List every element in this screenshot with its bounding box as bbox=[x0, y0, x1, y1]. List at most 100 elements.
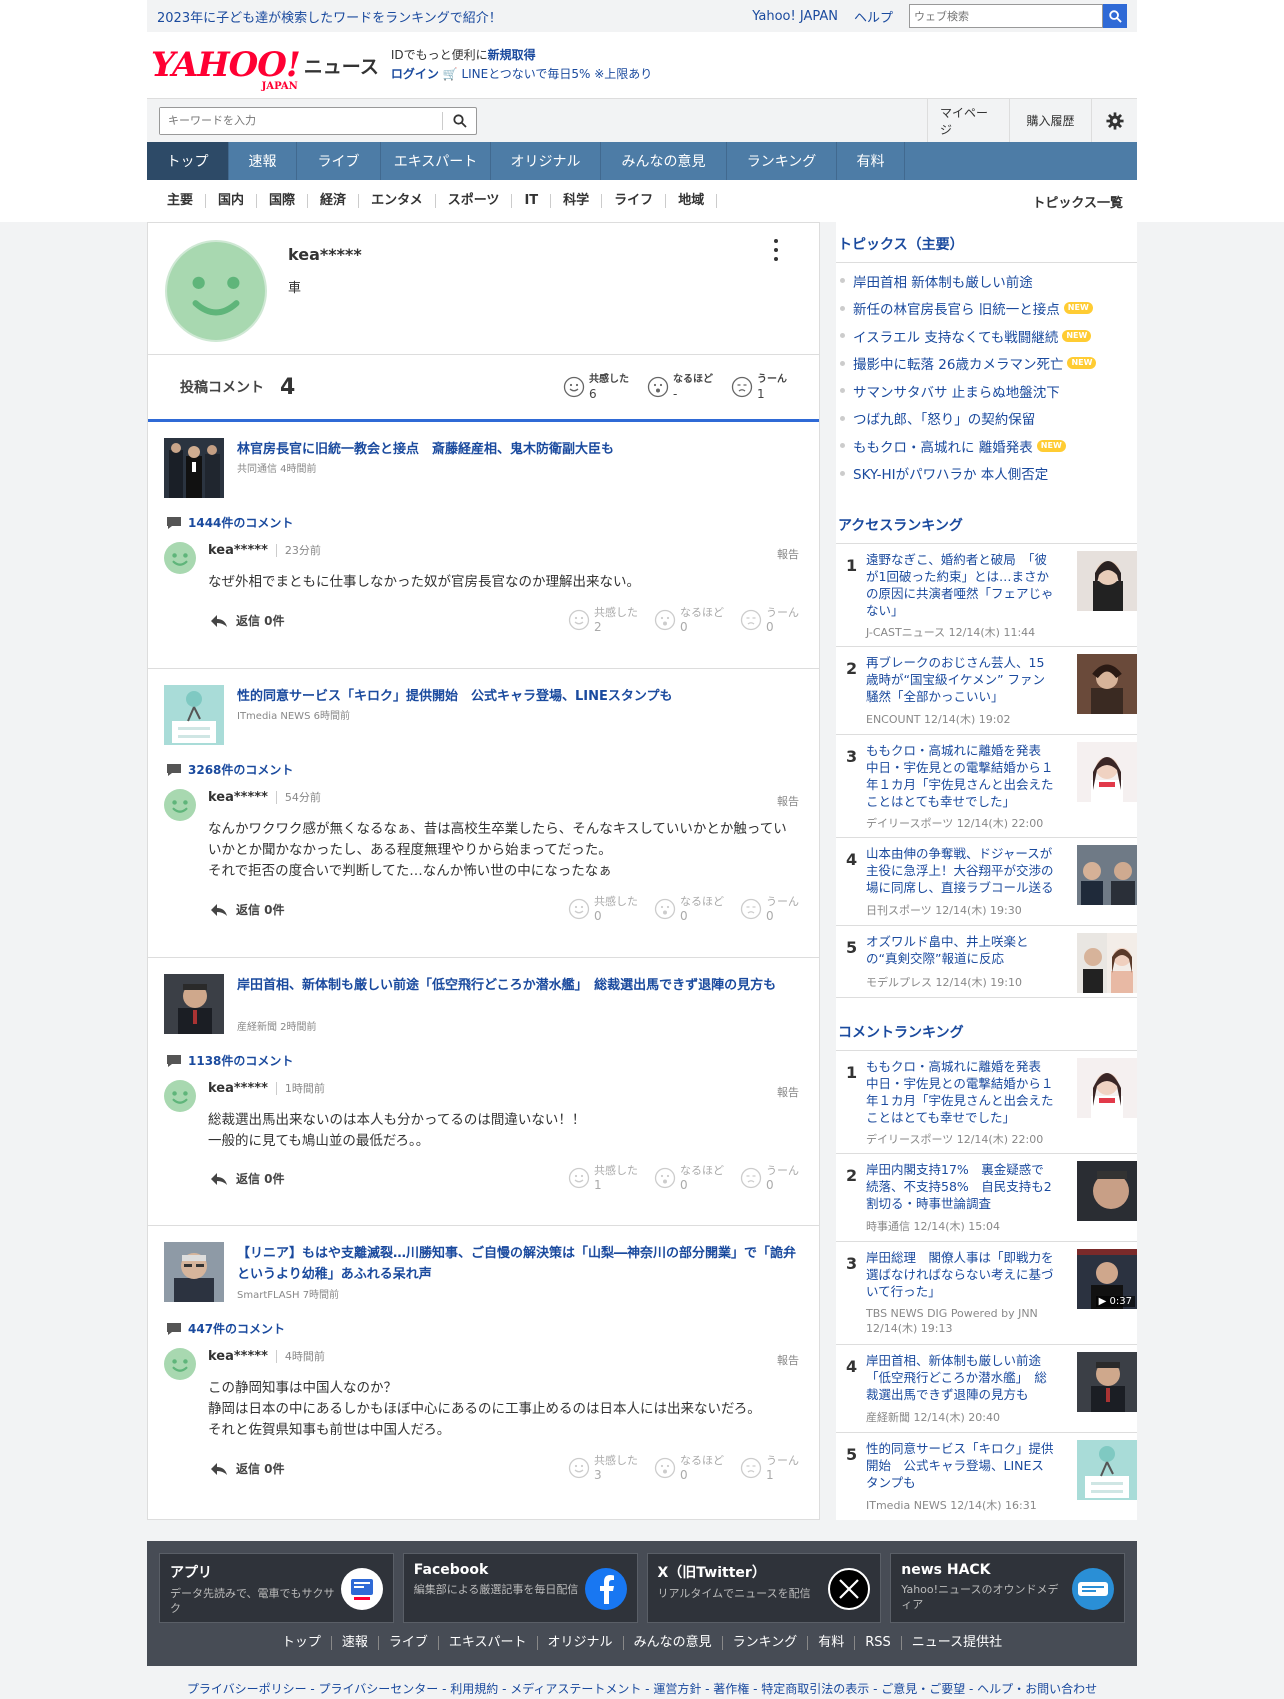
gnav-ranking[interactable]: ランキング bbox=[727, 142, 837, 180]
article-thumbnail[interactable] bbox=[164, 974, 224, 1034]
insightful-button[interactable]: なるほど 0 bbox=[654, 1164, 724, 1192]
ranking-item[interactable]: 3 ももクロ・高城れに離婚を発表 中日・宇佐見との電撃結婚から１年１カ月「宇佐見さ… bbox=[836, 735, 1137, 838]
yahoo-japan-link[interactable]: Yahoo! JAPAN bbox=[752, 9, 838, 24]
footer-x-card[interactable]: X（旧Twitter） リアルタイムでニュースを配信 bbox=[646, 1553, 882, 1623]
footer-link-original[interactable]: オリジナル bbox=[538, 1636, 624, 1650]
ranking-item[interactable]: 3 岸田総理 閣僚人事は「即戦力を選ばなければならない考えに基づいて行った」 TBS… bbox=[836, 1242, 1137, 1345]
cat-main[interactable]: 主要 bbox=[155, 194, 207, 208]
comment-count-link[interactable]: 3268件のコメント bbox=[166, 761, 293, 778]
footer-link-breaking[interactable]: 速報 bbox=[332, 1636, 379, 1650]
comment-count-link[interactable]: 447件のコメント bbox=[166, 1320, 285, 1337]
topics-list-link[interactable]: トピックス一覧 bbox=[1032, 192, 1137, 211]
reply-button[interactable]: 返信 0件 bbox=[210, 612, 285, 629]
keyword-input[interactable] bbox=[160, 107, 442, 134]
gnav-live[interactable]: ライブ bbox=[297, 142, 381, 180]
comment-user[interactable]: kea***** 4時間前 bbox=[208, 1348, 325, 1364]
topic-item[interactable]: イスラエル 支持なくても戦闘継続 NEW bbox=[836, 322, 1137, 350]
report-link[interactable]: 報告 bbox=[777, 1084, 799, 1100]
ranking-item[interactable]: 5 オズワルド畠中、井上咲楽との“真剣交際”報道に反応 モデルプレス 12/14(木… bbox=[836, 926, 1137, 998]
comment-user[interactable]: kea***** 1時間前 bbox=[208, 1080, 325, 1096]
history-link[interactable]: 購入履歴 bbox=[1009, 98, 1091, 143]
agree-button[interactable]: 共感した 1 bbox=[568, 1164, 638, 1192]
cat-life[interactable]: ライフ bbox=[602, 194, 667, 208]
article-title[interactable]: 林官房長官に旧統一教会と接点 斎藤経産相、鬼木防衛副大臣も bbox=[237, 439, 799, 460]
topic-item[interactable]: ももクロ・高城れに 離婚発表 NEW bbox=[836, 432, 1137, 460]
article-thumbnail[interactable] bbox=[164, 685, 224, 745]
topic-item[interactable]: サマンサタバサ 止まらぬ地盤沈下 bbox=[836, 377, 1137, 405]
ranking-item[interactable]: 4 山本由伸の争奪戦、ドジャースが主役に急浮上！大谷翔平が交渉の場に同席し、直接ラ… bbox=[836, 838, 1137, 926]
comment-user[interactable]: kea***** 54分前 bbox=[208, 789, 321, 805]
agree-button[interactable]: 共感した 3 bbox=[568, 1454, 638, 1482]
article-title[interactable]: 【リニア】もはや支離滅裂…川勝知事、ご自慢の解決策は「山梨―神奈川の部分開業」で… bbox=[237, 1243, 799, 1285]
insightful-button[interactable]: なるほど 0 bbox=[654, 895, 724, 923]
article-title[interactable]: 岸田首相、新体制も厳しい前途「低空飛行どころか潜水艦」 総裁選出馬できず退陣の見… bbox=[237, 975, 799, 996]
agree-button[interactable]: 共感した 0 bbox=[568, 895, 638, 923]
register-link[interactable]: 新規取得 bbox=[488, 48, 536, 62]
cat-economy[interactable]: 経済 bbox=[308, 194, 360, 208]
login-link[interactable]: ログイン bbox=[391, 67, 439, 81]
gnav-expert[interactable]: エキスパート bbox=[381, 142, 491, 180]
topic-item[interactable]: SKY-HIがパワハラか 本人側否定 bbox=[836, 460, 1137, 488]
legal-links[interactable]: プライバシーポリシー - プライバシーセンター - 利用規約 - メディアステー… bbox=[0, 1680, 1284, 1697]
cat-it[interactable]: IT bbox=[512, 194, 552, 208]
topic-item[interactable]: 新任の林官房長官ら 旧統一と接点 NEW bbox=[836, 295, 1137, 323]
report-link[interactable]: 報告 bbox=[777, 793, 799, 809]
footer-facebook-card[interactable]: Facebook 編集部による厳選記事を毎日配信 bbox=[402, 1553, 638, 1623]
reply-button[interactable]: 返信 0件 bbox=[210, 1170, 285, 1187]
promo-link[interactable]: 2023年に子ども達が検索したワードをランキングで紹介！ bbox=[157, 7, 502, 26]
cat-domestic[interactable]: 国内 bbox=[206, 194, 258, 208]
ranking-item[interactable]: 1 遠野なぎこ、婚約者と破局 「彼が1回破った約束」とは…まさかの原因に共演者唖然… bbox=[836, 544, 1137, 647]
gnav-opinions[interactable]: みんなの意見 bbox=[601, 142, 727, 180]
gnav-breaking[interactable]: 速報 bbox=[229, 142, 297, 180]
footer-link-rss[interactable]: RSS bbox=[855, 1636, 902, 1650]
more-menu-icon[interactable] bbox=[773, 239, 779, 261]
footer-link-expert[interactable]: エキスパート bbox=[439, 1636, 538, 1650]
footer-link-opinions[interactable]: みんなの意見 bbox=[624, 1636, 723, 1650]
article-thumbnail[interactable] bbox=[164, 1242, 224, 1302]
gnav-paid[interactable]: 有料 bbox=[837, 142, 905, 180]
reply-button[interactable]: 返信 0件 bbox=[210, 1460, 285, 1477]
report-link[interactable]: 報告 bbox=[777, 1352, 799, 1368]
ranking-item[interactable]: 1 ももクロ・高城れに離婚を発表 中日・宇佐見との電撃結婚から１年１カ月「宇佐見さ… bbox=[836, 1051, 1137, 1154]
article-thumbnail[interactable] bbox=[164, 438, 224, 498]
cat-entertainment[interactable]: エンタメ bbox=[359, 194, 436, 208]
mypage-link[interactable]: マイページ bbox=[927, 98, 1009, 143]
footer-link-ranking[interactable]: ランキング bbox=[723, 1636, 809, 1650]
footer-link-paid[interactable]: 有料 bbox=[808, 1636, 856, 1650]
footer-link-top[interactable]: トップ bbox=[272, 1636, 332, 1650]
yahoo-news-logo[interactable]: YAHOO! JAPAN ニュース bbox=[151, 48, 379, 92]
footer-newshack-card[interactable]: news HACK Yahoo!ニュースのオウンドメディア bbox=[890, 1553, 1125, 1623]
ranking-item[interactable]: 2 岸田内閣支持17% 裏金疑惑で続落、不支持58% 自民支持も2割切る・時事世論… bbox=[836, 1154, 1137, 1242]
cat-science[interactable]: 科学 bbox=[551, 194, 603, 208]
topic-item[interactable]: つば九郎、「怒り」の契約保留 bbox=[836, 405, 1137, 433]
footer-app-card[interactable]: アプリ データ先読みで、電車でもサクサク bbox=[159, 1553, 394, 1623]
ranking-item[interactable]: 5 性的同意サービス「キロク」提供開始 公式キャラ登場、LINEスタンプも ITme… bbox=[836, 1433, 1137, 1512]
article-title[interactable]: 性的同意サービス「キロク」提供開始 公式キャラ登場、LINEスタンプも bbox=[237, 686, 799, 707]
insightful-button[interactable]: なるほど 0 bbox=[654, 1454, 724, 1482]
comment-user[interactable]: kea***** 23分前 bbox=[208, 542, 321, 558]
cat-world[interactable]: 国際 bbox=[257, 194, 309, 208]
cat-sports[interactable]: スポーツ bbox=[436, 194, 513, 208]
footer-link-providers[interactable]: ニュース提供社 bbox=[902, 1636, 1012, 1650]
topic-item[interactable]: 岸田首相 新体制も厳しい前途 bbox=[836, 267, 1137, 295]
ranking-item[interactable]: 4 岸田首相、新体制も厳しい前途「低空飛行どころか潜水艦」 総裁選出馬できず退陣の… bbox=[836, 1345, 1137, 1433]
keyword-search-button[interactable] bbox=[442, 111, 476, 130]
comment-count-link[interactable]: 1138件のコメント bbox=[166, 1052, 293, 1069]
hmm-button[interactable]: うーん 1 bbox=[740, 1454, 799, 1482]
help-link[interactable]: ヘルプ bbox=[854, 7, 893, 26]
gnav-top[interactable]: トップ bbox=[147, 142, 229, 180]
cat-local[interactable]: 地域 bbox=[666, 194, 718, 208]
web-search-button[interactable] bbox=[1103, 4, 1127, 28]
hmm-button[interactable]: うーん 0 bbox=[740, 895, 799, 923]
settings-button[interactable] bbox=[1091, 98, 1137, 143]
hmm-button[interactable]: うーん 0 bbox=[740, 1164, 799, 1192]
agree-button[interactable]: 共感した 2 bbox=[568, 606, 638, 634]
report-link[interactable]: 報告 bbox=[777, 546, 799, 562]
gnav-original[interactable]: オリジナル bbox=[491, 142, 601, 180]
ranking-item[interactable]: 2 再ブレークのおじさん芸人、15歳時が“国宝級イケメン” ファン騒然「全部かっこ… bbox=[836, 647, 1137, 735]
web-search-input[interactable] bbox=[909, 4, 1103, 28]
line-link[interactable]: LINEとつないで毎日5% ※上限あり bbox=[461, 67, 652, 81]
insightful-button[interactable]: なるほど 0 bbox=[654, 606, 724, 634]
comment-count-link[interactable]: 1444件のコメント bbox=[166, 514, 293, 531]
reply-button[interactable]: 返信 0件 bbox=[210, 901, 285, 918]
